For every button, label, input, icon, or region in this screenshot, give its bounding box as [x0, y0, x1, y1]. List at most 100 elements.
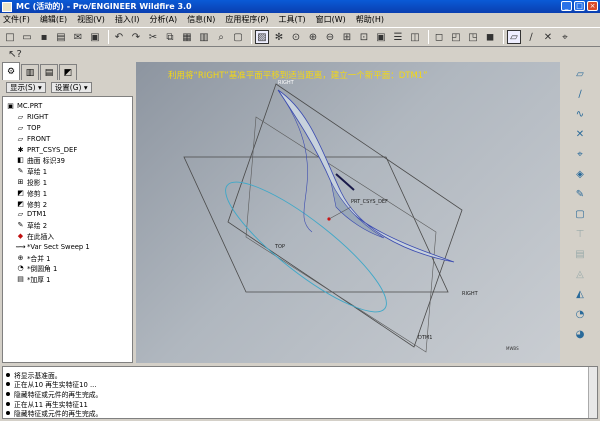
tree-item[interactable]: ▱ TOP — [6, 123, 132, 134]
orient-icon[interactable]: ⊙ — [289, 30, 303, 44]
tree-item[interactable]: ▤ *加厚 1 — [6, 274, 132, 285]
menu-view[interactable]: 视图(V) — [77, 14, 105, 25]
chamfer-tool-icon[interactable]: ◕ — [572, 326, 588, 342]
graphics-window[interactable]: 利用将“RIGHT”基准平面平移到适当距离，建立一个新平面：DTM1” RIGH… — [136, 62, 560, 363]
main-toolbar: □ ▭ ▪ ▤ ✉ ▣ ↶ ↷ ✂ ⧉ ▦ ▥ ⌕ ▢ ▨ ✻ ⊙ ⊕ ⊖ ⊞ … — [0, 27, 600, 47]
tree-item-label: 投影 1 — [27, 178, 48, 187]
show-dropdown[interactable]: 显示(S) ▾ — [6, 81, 46, 93]
tab-model-tree[interactable]: ⚙ — [2, 62, 20, 80]
select-box-icon[interactable]: ▢ — [231, 30, 245, 44]
shading-icon[interactable]: ◼ — [483, 30, 497, 44]
menu-info[interactable]: 信息(N) — [187, 14, 215, 25]
settings-dropdown[interactable]: 设置(G) ▾ — [50, 81, 92, 93]
tree-item-label: 修剪 2 — [27, 200, 48, 209]
saved-views-icon[interactable]: ▣ — [374, 30, 388, 44]
fit-icon[interactable]: ⊞ — [340, 30, 354, 44]
datum-planes-toggle-icon[interactable]: ▱ — [507, 30, 521, 44]
model-tree[interactable]: ▣ MC.PRT ▱ RIGHT ▱ TOP ▱ FRONT ✱ PRT_CSYS_DEF ◧ 曲面 … — [2, 96, 133, 363]
paste-special-icon[interactable]: ▥ — [197, 30, 211, 44]
tree-item[interactable]: ⟿ *Var Sect Sweep 1 — [6, 241, 132, 252]
context-help-icon[interactable]: ↖? — [8, 48, 22, 62]
thicken-icon: ▤ — [17, 275, 24, 284]
tree-item[interactable]: ✎ 草绘 1 — [6, 166, 132, 177]
wireframe-icon[interactable]: ◻ — [432, 30, 446, 44]
save-icon[interactable]: ▪ — [37, 30, 51, 44]
paste-icon[interactable]: ▦ — [180, 30, 194, 44]
tree-item[interactable]: ⊕ *合并 1 — [6, 252, 132, 263]
menu-applications[interactable]: 应用程序(P) — [225, 14, 268, 25]
datum-plane-icon: ▱ — [17, 123, 24, 132]
hidden-line-icon[interactable]: ◰ — [449, 30, 463, 44]
menu-insert[interactable]: 插入(I) — [115, 14, 140, 25]
datum-axis-tool-icon[interactable]: ∕ — [572, 86, 588, 102]
tree-item[interactable]: ⊞ 投影 1 — [6, 177, 132, 188]
sketch-tool-icon[interactable]: ✎ — [572, 186, 588, 202]
tree-item[interactable]: ◆ 在此插入 — [6, 231, 132, 242]
round-tool-icon[interactable]: ◔ — [572, 306, 588, 322]
csys-toggle-icon[interactable]: ⌖ — [558, 30, 572, 44]
draft-tool-icon[interactable]: ◭ — [572, 286, 588, 302]
menu-window[interactable]: 窗口(W) — [316, 14, 346, 25]
menu-file[interactable]: 文件(F) — [3, 14, 30, 25]
datum-plane-icon: ▱ — [17, 134, 24, 143]
csys-icon: ✱ — [17, 145, 24, 154]
tree-item[interactable]: ▱ RIGHT — [6, 112, 132, 123]
tree-item[interactable]: ◩ 修剪 1 — [6, 187, 132, 198]
menu-tools[interactable]: 工具(T) — [279, 14, 306, 25]
new-file-icon[interactable]: □ — [3, 30, 17, 44]
message-line: 隐藏特征或元件的再生完成。 — [6, 408, 597, 418]
tree-item[interactable]: ▣ MC.PRT — [6, 101, 132, 112]
datum-point-tool-icon[interactable]: ✕ — [572, 126, 588, 142]
tree-item[interactable]: ▱ FRONT — [6, 133, 132, 144]
datum-curve-tool-icon[interactable]: ∿ — [572, 106, 588, 122]
round-icon: ◔ — [17, 264, 24, 273]
tree-item[interactable]: ✱ PRT_CSYS_DEF — [6, 144, 132, 155]
minimize-button[interactable]: _ — [561, 1, 572, 11]
projection-icon: ⊞ — [17, 177, 24, 186]
tab-folder-browser[interactable]: ▥ — [21, 64, 39, 80]
tree-item[interactable]: ◩ 修剪 2 — [6, 198, 132, 209]
menu-analysis[interactable]: 分析(A) — [149, 14, 177, 25]
datum-plane-tool-icon[interactable]: ▱ — [572, 66, 588, 82]
no-hidden-icon[interactable]: ◳ — [466, 30, 480, 44]
hole-tool-icon[interactable]: ⊤ — [572, 226, 588, 242]
maximize-button[interactable]: □ — [574, 1, 585, 11]
rib-tool-icon[interactable]: ◬ — [572, 266, 588, 282]
tree-item[interactable]: ✎ 草绘 2 — [6, 220, 132, 231]
copy-icon[interactable]: ⧉ — [163, 30, 177, 44]
view-manager-icon[interactable]: ◫ — [408, 30, 422, 44]
zoom-in-icon[interactable]: ⊕ — [306, 30, 320, 44]
tree-item-label: *加厚 1 — [27, 276, 51, 285]
datum-axes-toggle-icon[interactable]: ∕ — [524, 30, 538, 44]
menu-help[interactable]: 帮助(H) — [356, 14, 384, 25]
surface-icon: ◧ — [17, 156, 24, 165]
open-folder-icon[interactable]: ▭ — [20, 30, 34, 44]
repaint-icon[interactable]: ▨ — [255, 30, 269, 44]
tree-item[interactable]: ◔ *倒圆角 1 — [6, 263, 132, 274]
tree-item-label: 曲面 标识39 — [27, 157, 65, 166]
menu-edit[interactable]: 编辑(E) — [40, 14, 67, 25]
layers-icon[interactable]: ☰ — [391, 30, 405, 44]
message-scrollbar[interactable] — [588, 367, 597, 418]
email-icon[interactable]: ✉ — [71, 30, 85, 44]
shell-tool-icon[interactable]: ▤ — [572, 246, 588, 262]
spin-center-icon[interactable]: ✻ — [272, 30, 286, 44]
datum-points-toggle-icon[interactable]: ✕ — [541, 30, 555, 44]
redo-icon[interactable]: ↷ — [129, 30, 143, 44]
find-icon[interactable]: ⌕ — [214, 30, 228, 44]
tree-item[interactable]: ▱ DTM1 — [6, 209, 132, 220]
tab-connections[interactable]: ◩ — [59, 64, 77, 80]
undo-icon[interactable]: ↶ — [112, 30, 126, 44]
tree-item[interactable]: ◧ 曲面 标识39 — [6, 155, 132, 166]
print-icon[interactable]: ▤ — [54, 30, 68, 44]
tab-favorites[interactable]: ▤ — [40, 64, 58, 80]
zoom-out-icon[interactable]: ⊖ — [323, 30, 337, 44]
extrude-tool-icon[interactable]: ▢ — [572, 206, 588, 222]
analysis-tool-icon[interactable]: ◈ — [572, 166, 588, 182]
send-icon[interactable]: ▣ — [88, 30, 102, 44]
csys-tool-icon[interactable]: ⌖ — [572, 146, 588, 162]
blade-surface — [277, 89, 455, 263]
cut-icon[interactable]: ✂ — [146, 30, 160, 44]
reorient-icon[interactable]: ⊡ — [357, 30, 371, 44]
close-button[interactable]: × — [587, 1, 598, 11]
